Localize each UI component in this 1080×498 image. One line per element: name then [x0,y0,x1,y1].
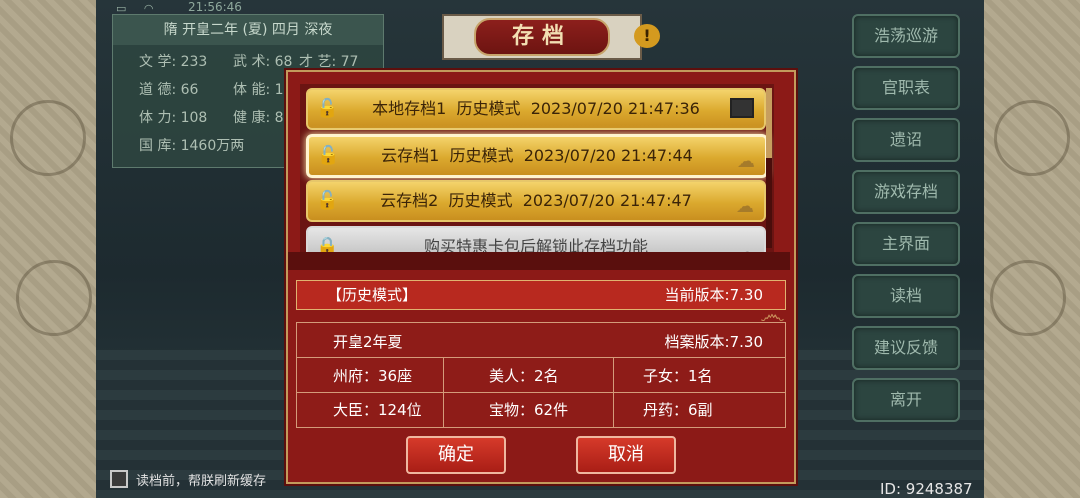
divider [288,252,790,270]
confirm-button[interactable]: 确定 [406,436,506,474]
current-version: 当前版本:7.30 [664,286,763,304]
stat-art: 才 艺: 77 [299,54,359,70]
player-id: ID: 9248387 [880,480,973,498]
cloud-icon: ☁ [736,196,754,217]
menu-official-table-button[interactable]: 官职表 [852,66,960,110]
stat-literature: 文 学: 233 [139,54,208,70]
dialog-title: 存档 [474,18,610,56]
dragon-ornament [16,260,92,336]
save-slot-locked[interactable]: 🔒 购买特惠卡包后解锁此存档功能 ☁ [306,226,766,252]
dragon-ornament [990,260,1066,336]
menu-tour-button[interactable]: 浩荡巡游 [852,14,960,58]
save-version: 档案版本:7.30 [664,333,763,351]
slot-text: 云存档2 历史模式 2023/07/20 21:47:47 [380,191,692,210]
stat-martial: 武 术: 68 [233,54,293,70]
menu-game-save-button[interactable]: 游戏存档 [852,170,960,214]
right-dragon-border [980,0,1080,498]
dragon-ornament [10,100,86,176]
cloud-icon: ☁ [736,234,754,252]
dragon-ornament [994,100,1070,176]
left-dragon-border [0,0,100,498]
save-slot-list: 🔓 本地存档1 历史模式 2023/07/20 21:47:36 🔓 云存档1 … [300,84,774,252]
save-slot-local-1[interactable]: 🔓 本地存档1 历史模式 2023/07/20 21:47:36 [306,88,766,130]
detail-prefectures: 州府：36座 [333,367,413,385]
save-slot-cloud-1[interactable]: 🔓 云存档1 历史模式 2023/07/20 21:47:44 ☁ [306,134,768,178]
clock: 21:56:46 [188,0,242,14]
slot-list-scroll-thumb[interactable] [766,88,772,158]
stat-morality: 道 德: 66 [139,82,199,98]
menu-will-button[interactable]: 遗诏 [852,118,960,162]
col-divider [443,357,444,427]
menu-leave-button[interactable]: 离开 [852,378,960,422]
slot-text: 云存档1 历史模式 2023/07/20 21:47:44 [381,146,693,165]
menu-load-button[interactable]: 读档 [852,274,960,318]
refresh-cache-label: 读档前，帮朕刷新缓存 [136,474,267,489]
stat-stamina: 体 力: 108 [139,110,208,126]
col-divider [613,357,614,427]
detail-elixirs: 丹药：6副 [643,401,713,419]
detail-children: 子女：1名 [643,367,713,385]
detail-ministers: 大臣：124位 [333,401,422,419]
menu-feedback-button[interactable]: 建议反馈 [852,326,960,370]
stat-health: 健 康: 86 [233,110,293,126]
row-divider [297,357,785,358]
detail-beauties: 美人：2名 [489,367,559,385]
warning-icon[interactable]: ! [634,24,660,48]
cancel-button[interactable]: 取消 [576,436,676,474]
date-title: 隋 开皇二年 (夏) 四月 深夜 [113,15,383,45]
mode-label: 【历史模式】 [327,286,418,304]
computer-icon [730,98,754,118]
save-details-table: 开皇2年夏 档案版本:7.30 州府：36座 美人：2名 子女：1名 大臣：12… [296,322,786,428]
slot-text: 购买特惠卡包后解锁此存档功能 [423,237,648,252]
cloud-icon: ☁ [737,151,755,172]
slot-text: 本地存档1 历史模式 2023/07/20 21:47:36 [372,99,700,118]
menu-main-screen-button[interactable]: 主界面 [852,222,960,266]
detail-treasures: 宝物：62件 [489,401,569,419]
refresh-cache-checkbox[interactable] [110,470,128,488]
stat-treasury: 国 库: 1460万两 [139,138,245,154]
save-date: 开皇2年夏 [333,333,403,351]
save-slot-cloud-2[interactable]: 🔓 云存档2 历史模式 2023/07/20 21:47:47 ☁ [306,180,766,222]
mode-info-bar: 【历史模式】 当前版本:7.30 [296,280,786,310]
